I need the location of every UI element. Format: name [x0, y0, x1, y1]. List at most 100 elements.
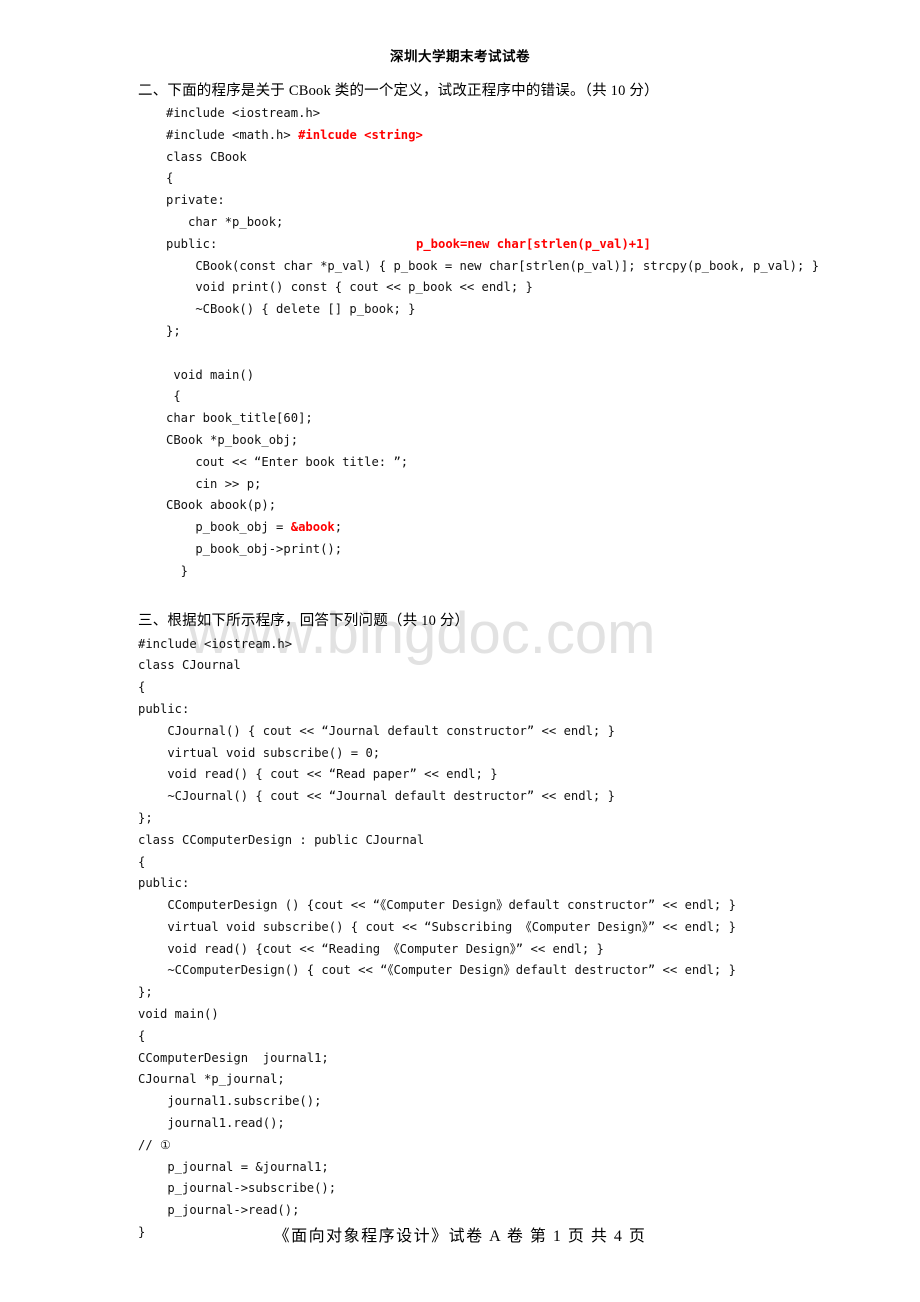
code-text: p_journal->subscribe(); — [138, 1181, 337, 1196]
code-line: }; — [138, 982, 920, 1004]
code-text: journal1.subscribe(); — [138, 1094, 322, 1109]
code-line: } — [138, 1222, 920, 1244]
code-text: CComputerDesign () {cout << “《Computer D… — [138, 898, 736, 913]
code-text: ~CJournal() { cout << “Journal default d… — [138, 789, 615, 804]
code-text: private: — [166, 193, 225, 208]
code-line: CBook abook(p); — [166, 495, 920, 517]
code-line: CJournal() { cout << “Journal default co… — [138, 721, 920, 743]
code-text: class CComputerDesign : public CJournal — [138, 832, 425, 847]
code-text: CBook(const char *p_val) { p_book = new … — [166, 258, 820, 273]
code-text: }; — [166, 323, 181, 338]
code-text: class CBook — [166, 149, 247, 164]
code-text: #include <iostream.h> — [166, 106, 321, 120]
code-line: { — [138, 1026, 920, 1048]
code-line: char book_title[60]; — [166, 408, 920, 430]
code-line: char *p_book; — [166, 212, 920, 234]
code-text: { — [138, 1028, 146, 1043]
code-text: #include <iostream.h> — [138, 636, 293, 651]
code-line: { — [138, 852, 920, 874]
code-text: { — [166, 171, 174, 186]
page-content: 深圳大学期末考试试卷 二、下面的程序是关于 CBook 类的一个定义，试改正程序… — [0, 0, 920, 1244]
question-2-code-block: #include <iostream.h> #include <math.h> #… — [166, 103, 920, 583]
code-line: }; — [138, 808, 920, 830]
code-line: public: p_book=new char[strlen(p_val)+1] — [166, 234, 920, 256]
correction-annotation: p_book=new char[strlen(p_val)+1] — [416, 236, 651, 251]
code-line: CComputerDesign () {cout << “《Computer D… — [138, 895, 920, 917]
code-text: { — [138, 680, 146, 695]
code-line: // ① — [138, 1135, 920, 1157]
code-line: private: — [166, 190, 920, 212]
code-line: p_journal->read(); — [138, 1200, 920, 1222]
code-line: p_journal = &journal1; — [138, 1157, 920, 1179]
code-line: p_book_obj = &abook; — [166, 517, 920, 539]
code-line: }; — [166, 321, 920, 343]
code-line: { — [138, 677, 920, 699]
code-line: #include <iostream.h> — [166, 103, 920, 125]
code-text: CJournal() { cout << “Journal default co… — [138, 723, 615, 738]
code-text: CBook *p_book_obj; — [166, 432, 299, 447]
code-text: CJournal *p_journal; — [138, 1072, 285, 1087]
code-text: char book_title[60]; — [166, 411, 313, 426]
code-line: class CBook — [166, 147, 920, 169]
code-line: void main() — [138, 1004, 920, 1026]
code-text: #include <math.h> — [166, 127, 299, 142]
code-line: CBook(const char *p_val) { p_book = new … — [166, 256, 920, 278]
code-text: ; — [334, 520, 343, 535]
code-text: } — [166, 563, 189, 578]
correction-annotation: #inlcude <string> — [298, 127, 423, 142]
code-text: cout << “Enter book title: ”; — [166, 454, 409, 469]
code-text: }; — [138, 985, 153, 1000]
code-line: void main() — [166, 365, 920, 387]
code-line: virtual void subscribe() = 0; — [138, 743, 920, 765]
code-text: public: — [166, 236, 218, 251]
code-line: cin >> p; — [166, 474, 920, 496]
code-text: journal1.read(); — [138, 1116, 285, 1131]
code-line: public: — [138, 699, 920, 721]
code-line: void read() { cout << “Read paper” << en… — [138, 764, 920, 786]
code-text: }; — [138, 810, 153, 825]
code-line: ~CBook() { delete [] p_book; } — [166, 299, 920, 321]
code-text: void main() — [138, 1007, 219, 1022]
code-text: ~CComputerDesign() { cout << “《Computer … — [138, 963, 736, 978]
code-line: journal1.subscribe(); — [138, 1091, 920, 1113]
code-line: cout << “Enter book title: ”; — [166, 452, 920, 474]
code-line: CComputerDesign journal1; — [138, 1048, 920, 1070]
code-text: p_book_obj->print(); — [166, 541, 343, 556]
code-text: p_book_obj = — [166, 520, 291, 535]
code-text: { — [138, 854, 146, 869]
code-text: void read() { cout << “Read paper” << en… — [138, 767, 498, 782]
code-line: CBook *p_book_obj; — [166, 430, 920, 452]
code-text: virtual void subscribe() { cout << “Subs… — [138, 919, 736, 934]
code-text: { — [166, 389, 181, 404]
code-text: class CJournal — [138, 658, 241, 673]
code-line: void print() const { cout << p_book << e… — [166, 277, 920, 299]
page-title: 深圳大学期末考试试卷 — [390, 49, 530, 64]
code-text: char *p_book; — [166, 214, 284, 229]
code-text: void read() {cout << “Reading 《Computer … — [138, 941, 604, 956]
code-line: journal1.read(); — [138, 1113, 920, 1135]
code-line: public: — [138, 873, 920, 895]
code-text: } — [138, 1225, 146, 1240]
code-line: void read() {cout << “Reading 《Computer … — [138, 939, 920, 961]
code-line: class CJournal — [138, 655, 920, 677]
code-text: public: — [138, 701, 190, 716]
code-text: CComputerDesign journal1; — [138, 1050, 329, 1065]
code-line: CJournal *p_journal; — [138, 1069, 920, 1091]
code-line: p_book_obj->print(); — [166, 539, 920, 561]
code-text: p_journal->read(); — [138, 1203, 300, 1218]
code-line: ~CComputerDesign() { cout << “《Computer … — [138, 960, 920, 982]
code-text: void print() const { cout << p_book << e… — [166, 280, 533, 295]
code-line: #include <math.h> #inlcude <string> — [166, 125, 920, 147]
code-text: // ① — [138, 1137, 171, 1152]
question-3-heading: 三、根据如下所示程序，回答下列问题（共 10 分） — [138, 612, 470, 629]
code-line: p_journal->subscribe(); — [138, 1178, 920, 1200]
question-3-code-block: #include <iostream.h> class CJournal { publ… — [138, 634, 920, 1244]
code-text: void main() — [166, 367, 255, 382]
code-text: virtual void subscribe() = 0; — [138, 745, 381, 760]
code-line: ~CJournal() { cout << “Journal default d… — [138, 786, 920, 808]
code-line: } — [166, 561, 920, 583]
code-text: ~CBook() { delete [] p_book; } — [166, 302, 416, 317]
code-line: #include <iostream.h> — [138, 634, 920, 656]
exam-paper-page: www.bingdoc.com 深圳大学期末考试试卷 二、下面的程序是关于 CB… — [0, 0, 920, 1302]
